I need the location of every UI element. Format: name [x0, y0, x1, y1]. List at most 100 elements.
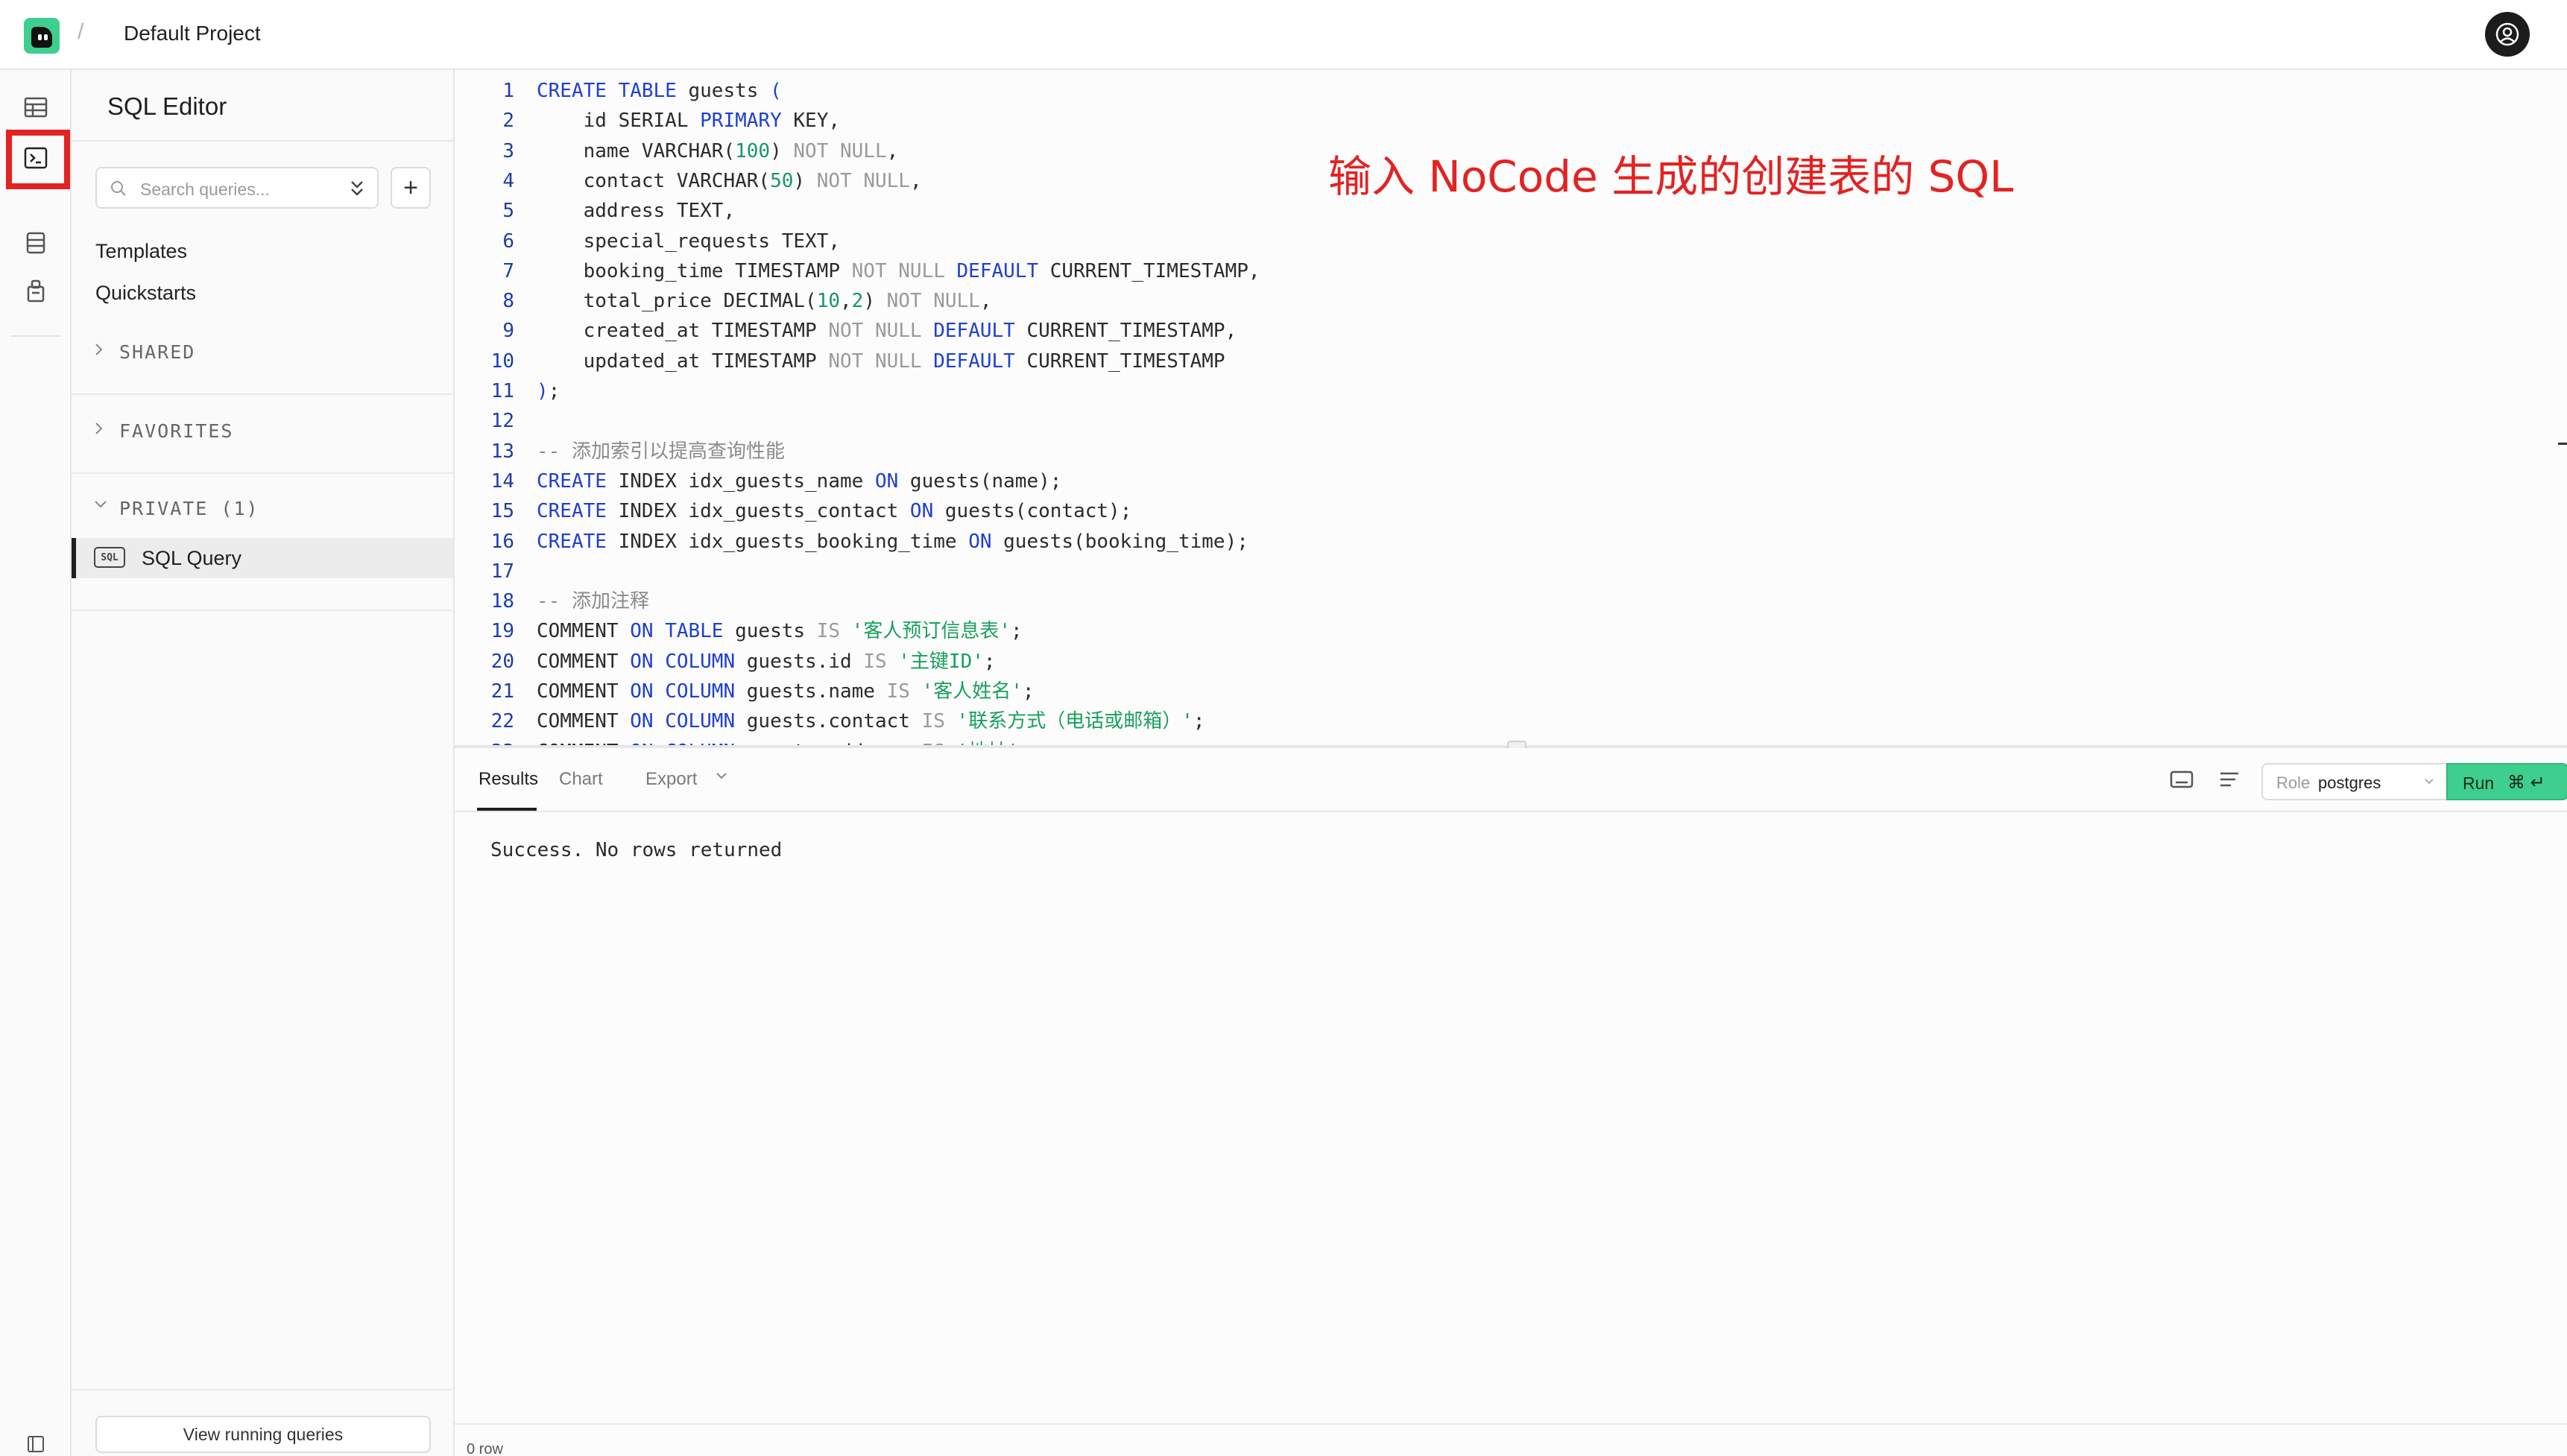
tab-export[interactable]: Export	[645, 769, 697, 790]
line-code[interactable]: COMMENT ON COLUMN guests.name IS '客人姓名';	[537, 677, 1035, 706]
section-divider	[72, 610, 453, 611]
line-code[interactable]: -- 添加注释	[537, 586, 649, 616]
status-bar: 0 row	[455, 1423, 2567, 1456]
line-code[interactable]: COMMENT ON COLUMN guests.address IS '地址'…	[537, 737, 1031, 745]
line-number: 11	[490, 380, 514, 402]
line-code[interactable]: COMMENT ON COLUMN guests.contact IS '联系方…	[537, 706, 1205, 736]
line-code[interactable]: CREATE INDEX idx_guests_contact ON guest…	[537, 496, 1131, 526]
run-shortcut: ⌘ ↵	[2507, 773, 2545, 793]
run-button[interactable]: Run ⌘ ↵	[2446, 763, 2567, 800]
rail-divider	[10, 335, 61, 337]
favorites-section-label: FAVORITES	[119, 420, 234, 442]
app-logo-icon[interactable]	[24, 18, 60, 54]
line-code[interactable]: total_price DECIMAL(10,2) NOT NULL,	[537, 286, 992, 316]
chevron-down-icon[interactable]	[714, 770, 729, 786]
line-code[interactable]: COMMENT ON TABLE guests IS '客人预订信息表';	[537, 616, 1023, 646]
auth-icon[interactable]	[18, 273, 54, 308]
sidebar-toggle-icon[interactable]	[27, 1435, 45, 1456]
favorites-section[interactable]: FAVORITES	[72, 395, 453, 472]
role-value: postgres	[2318, 773, 2381, 792]
sort-chevrons-icon[interactable]	[347, 177, 367, 203]
keyboard-icon[interactable]	[2169, 767, 2194, 795]
line-code[interactable]: special_requests TEXT,	[537, 227, 840, 256]
chevron-right-icon	[92, 341, 106, 361]
chevron-down-icon	[92, 498, 109, 515]
user-avatar-icon[interactable]	[2485, 12, 2530, 57]
line-number: 12	[490, 410, 514, 433]
database-icon[interactable]	[18, 225, 54, 261]
line-number: 18	[490, 590, 514, 613]
sidebar-title: SQL Editor	[107, 92, 227, 120]
sidebar-header: SQL Editor	[72, 70, 455, 142]
tab-results[interactable]: Results	[479, 769, 538, 790]
code-line[interactable]: 7 booking_time TIMESTAMP NOT NULL DEFAUL…	[455, 256, 2467, 286]
line-code[interactable]: id SERIAL PRIMARY KEY,	[537, 106, 840, 136]
code-line[interactable]: 17	[455, 557, 2467, 586]
code-line[interactable]: 10 updated_at TIMESTAMP NOT NULL DEFAULT…	[455, 346, 2467, 376]
code-line[interactable]: 16 CREATE INDEX idx_guests_booking_time O…	[455, 527, 2467, 557]
tab-chart[interactable]: Chart	[559, 769, 603, 790]
line-code[interactable]: address TEXT,	[537, 196, 736, 226]
line-code[interactable]: -- 添加索引以提高查询性能	[537, 437, 785, 466]
line-code[interactable]: created_at TIMESTAMP NOT NULL DEFAULT CU…	[537, 316, 1237, 346]
line-code[interactable]: contact VARCHAR(50) NOT NULL,	[537, 166, 922, 196]
role-select[interactable]: Role postgres	[2261, 763, 2448, 800]
code-editor[interactable]: 1 CREATE TABLE guests (2 id SERIAL PRIMAR…	[455, 70, 2567, 745]
code-line[interactable]: 22 COMMENT ON COLUMN guests.contact IS '联…	[455, 706, 2467, 736]
code-line[interactable]: 1 CREATE TABLE guests (	[455, 76, 2467, 106]
line-number: 23	[455, 737, 514, 745]
line-number: 1	[502, 80, 514, 102]
run-label: Run	[2463, 773, 2495, 793]
line-code[interactable]: updated_at TIMESTAMP NOT NULL DEFAULT CU…	[537, 346, 1225, 376]
line-number: 15	[490, 500, 514, 523]
code-line[interactable]: 8 total_price DECIMAL(10,2) NOT NULL,	[455, 286, 2467, 316]
code-line[interactable]: 23 COMMENT ON COLUMN guests.address IS '地…	[455, 737, 2467, 745]
private-section[interactable]: PRIVATE (1)	[72, 474, 453, 534]
code-line[interactable]: 14 CREATE INDEX idx_guests_name ON guests…	[455, 466, 2467, 496]
section-divider	[72, 1389, 453, 1390]
templates-link[interactable]: Templates	[95, 240, 187, 263]
add-query-button[interactable]: +	[391, 167, 431, 209]
line-code[interactable]: COMMENT ON COLUMN guests.id IS '主键ID';	[537, 647, 996, 677]
role-label: Role	[2276, 773, 2311, 792]
code-line[interactable]: 19 COMMENT ON TABLE guests IS '客人预订信息表';	[455, 616, 2467, 646]
chevron-down-icon	[2422, 775, 2436, 792]
line-number: 7	[502, 259, 514, 282]
search-queries-input[interactable]: Search queries...	[95, 167, 379, 209]
line-code[interactable]: CREATE INDEX idx_guests_booking_time ON …	[537, 527, 1248, 557]
line-code[interactable]: );	[537, 376, 560, 406]
line-number: 9	[502, 320, 514, 343]
align-left-icon[interactable]	[2217, 767, 2242, 795]
line-number: 16	[490, 530, 514, 553]
table-editor-icon[interactable]	[18, 89, 54, 125]
code-line[interactable]: 6 special_requests TEXT,	[455, 227, 2467, 256]
shared-section[interactable]: SHARED	[72, 316, 453, 393]
view-running-queries-button[interactable]: View running queries	[95, 1416, 431, 1453]
icon-rail	[0, 70, 72, 1456]
code-line[interactable]: 15 CREATE INDEX idx_guests_contact ON gue…	[455, 496, 2467, 526]
code-line[interactable]: 9 created_at TIMESTAMP NOT NULL DEFAULT …	[455, 316, 2467, 346]
code-line[interactable]: 21 COMMENT ON COLUMN guests.name IS '客人姓名…	[455, 677, 2467, 706]
line-code[interactable]: CREATE TABLE guests (	[537, 76, 782, 106]
sql-editor-sidebar: SQL Editor Search queries... + Templates…	[72, 70, 455, 1456]
breadcrumb-separator: /	[78, 19, 84, 44]
code-line[interactable]: 12	[455, 406, 2467, 436]
row-count: 0 row	[467, 1441, 503, 1456]
line-code[interactable]: name VARCHAR(100) NOT NULL,	[537, 136, 899, 166]
line-code[interactable]: booking_time TIMESTAMP NOT NULL DEFAULT …	[537, 256, 1260, 286]
top-bar: / Default Project	[0, 0, 2567, 70]
quickstarts-link[interactable]: Quickstarts	[95, 282, 196, 305]
query-item-sql-query[interactable]: SQL SQL Query	[72, 538, 453, 578]
line-number: 10	[490, 349, 514, 373]
line-number: 2	[502, 110, 514, 133]
chevron-right-icon	[92, 420, 106, 440]
project-name[interactable]: Default Project	[124, 22, 261, 45]
code-line[interactable]: 13 -- 添加索引以提高查询性能	[455, 437, 2467, 466]
code-line[interactable]: 11);	[455, 376, 2467, 406]
line-code[interactable]: CREATE INDEX idx_guests_name ON guests(n…	[537, 466, 1061, 496]
code-line[interactable]: 2 id SERIAL PRIMARY KEY,	[455, 106, 2467, 136]
code-line[interactable]: 20 COMMENT ON COLUMN guests.id IS '主键ID';	[455, 647, 2467, 677]
code-line[interactable]: 18 -- 添加注释	[455, 586, 2467, 616]
search-icon	[109, 179, 128, 202]
results-toolbar: Results Chart Export Role postgres Run ⌘…	[455, 748, 2567, 812]
